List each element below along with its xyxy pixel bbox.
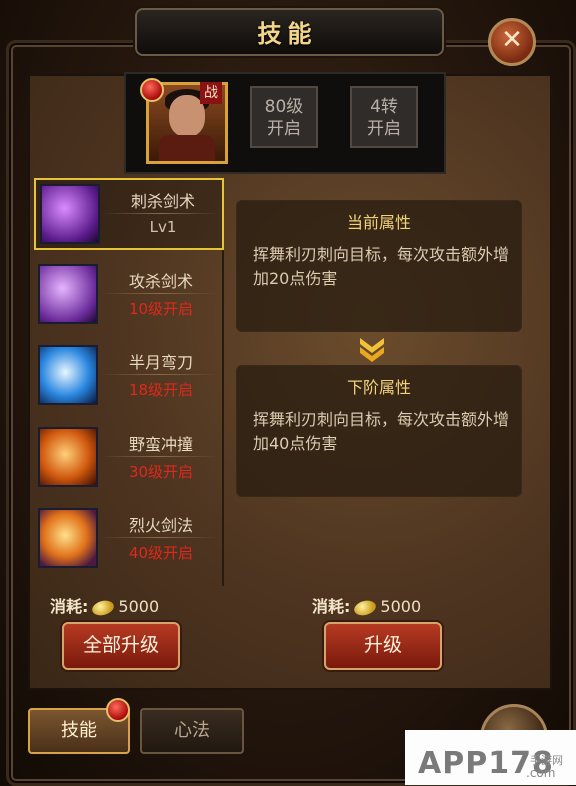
flame-sword-icon <box>38 508 98 568</box>
cost-value: 5000 <box>118 597 160 616</box>
skill-separator <box>100 456 218 457</box>
next-attribute-text: 挥舞利刃刺向目标，每次攻击额外增加40点伤害 <box>253 410 510 453</box>
unlock-slot-rebirth: 4转 开启 <box>350 86 418 148</box>
skill-item[interactable]: 野蛮冲撞 30级开启 <box>34 423 220 491</box>
close-icon: ✕ <box>501 25 523 55</box>
skill-item[interactable]: 攻杀剑术 10级开启 <box>34 260 220 328</box>
next-attribute-title: 下阶属性 <box>346 378 411 397</box>
skill-name: 半月弯刀 <box>128 353 193 372</box>
skill-separator <box>100 374 218 375</box>
class-badge: 战 <box>200 82 222 104</box>
unlock-slot-level: 80级 开启 <box>250 86 318 148</box>
gold-coin-icon <box>352 597 378 618</box>
blue-crescent-icon <box>38 345 98 405</box>
cost-upgrade: 消耗: 5000 <box>312 593 422 618</box>
skill-unlock-requirement: 40级开启 <box>128 544 194 562</box>
cost-value: 5000 <box>380 597 422 616</box>
notification-dot-icon <box>140 78 164 102</box>
gold-coin-icon <box>90 597 116 618</box>
tab-mental-method[interactable]: 心法 <box>140 708 244 754</box>
close-button[interactable]: ✕ <box>488 18 536 66</box>
unlock-slot-line1: 80级 <box>264 97 304 117</box>
skill-unlock-requirement: 18级开启 <box>128 381 194 399</box>
skill-separator <box>102 213 220 214</box>
current-attribute-title: 当前属性 <box>346 213 411 232</box>
skill-name: 野蛮冲撞 <box>128 435 193 454</box>
game-window: 技能 ✕ 战 80级 开启 4转 开启 刺杀剑术 Lv1 攻杀剑术 10级开启 … <box>0 0 576 786</box>
next-attribute-box: 下阶属性 挥舞利刃刺向目标，每次攻击额外增加40点伤害 <box>236 365 522 497</box>
upgrade-all-button[interactable]: 全部升级 <box>62 622 180 670</box>
notification-dot-icon <box>106 698 130 722</box>
upgrade-button[interactable]: 升级 <box>324 622 442 670</box>
skill-item-selected[interactable]: 刺杀剑术 Lv1 <box>34 178 224 250</box>
skill-unlock-requirement: 10级开启 <box>128 300 194 318</box>
violet-blade-icon <box>38 264 98 324</box>
skill-level: Lv1 <box>149 218 177 236</box>
fire-charge-icon <box>38 427 98 487</box>
unlock-slot-line2: 开启 <box>367 119 401 139</box>
window-title: 技能 <box>257 20 318 48</box>
skill-name: 攻杀剑术 <box>128 272 193 291</box>
current-attribute-text: 挥舞利刃刺向目标，每次攻击额外增加20点伤害 <box>253 245 510 288</box>
unlock-slot-line2: 开启 <box>267 119 301 139</box>
skill-unlock-requirement: 30级开启 <box>128 463 194 481</box>
watermark-domain: .com <box>526 766 556 780</box>
cost-upgrade-all: 消耗: 5000 <box>50 593 160 618</box>
skill-separator <box>100 293 218 294</box>
avatar-body <box>159 135 215 161</box>
cost-label: 消耗: <box>312 597 351 616</box>
skill-name: 刺杀剑术 <box>130 192 195 211</box>
skill-name: 烈火剑法 <box>128 516 193 535</box>
double-chevron-down-icon <box>360 338 384 362</box>
purple-sword-icon <box>40 184 100 244</box>
current-attribute-box: 当前属性 挥舞利刃刺向目标，每次攻击额外增加20点伤害 <box>236 200 522 332</box>
unlock-slot-line1: 4转 <box>370 97 398 117</box>
skill-item[interactable]: 半月弯刀 18级开启 <box>34 341 220 409</box>
cost-label: 消耗: <box>50 597 89 616</box>
skill-separator <box>100 537 218 538</box>
skill-item[interactable]: 烈火剑法 40级开启 <box>34 504 220 572</box>
